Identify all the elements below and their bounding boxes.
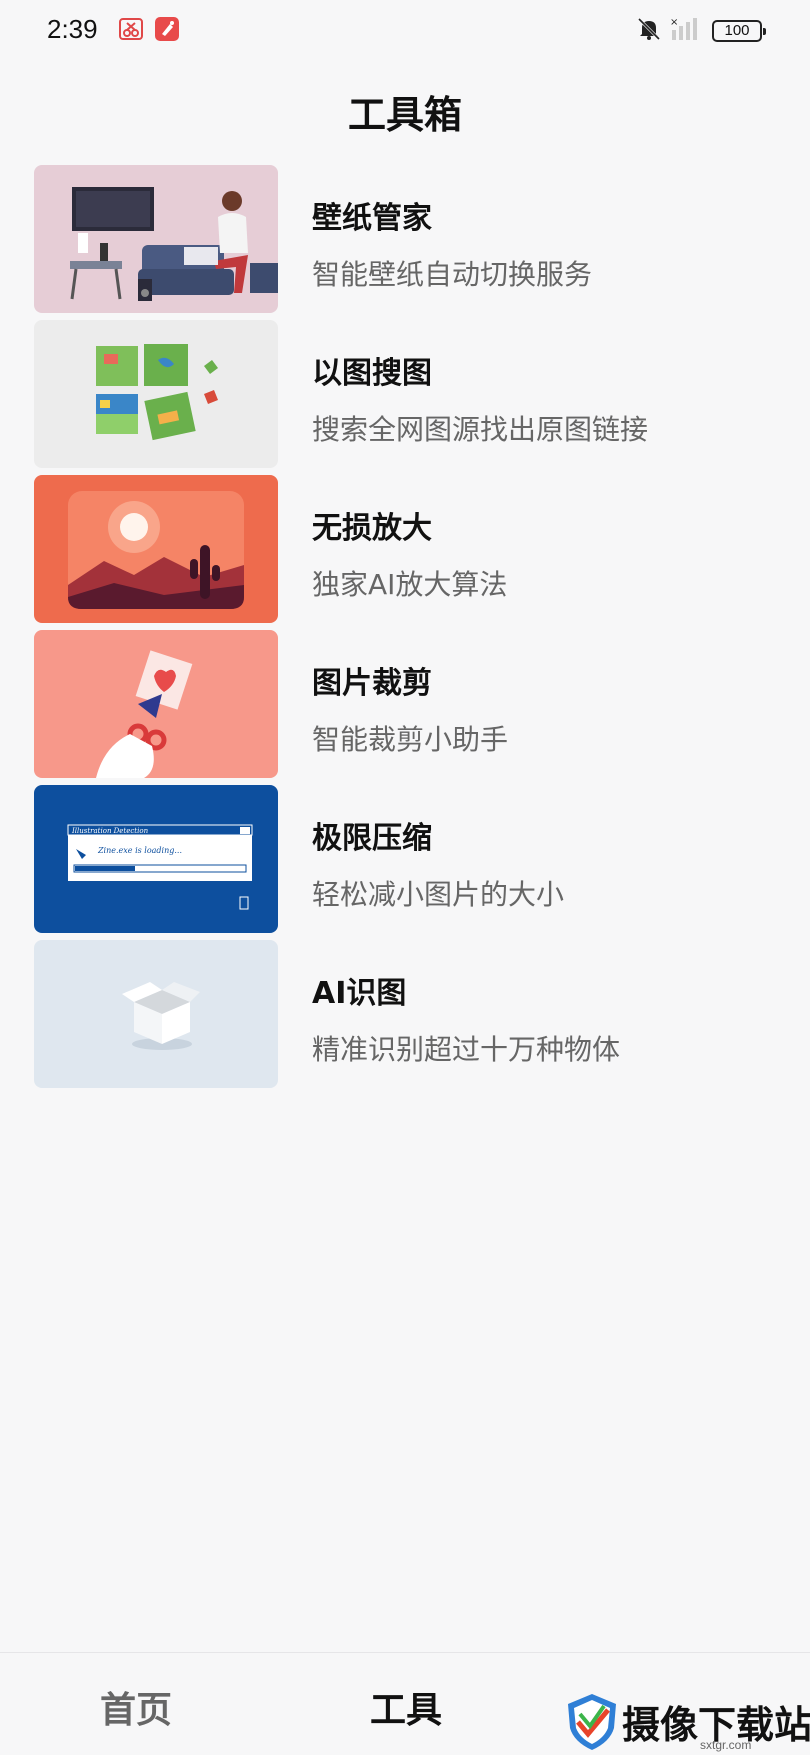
status-bar: 2:39 × 100 bbox=[0, 0, 810, 60]
tool-item-compress[interactable]: Illustration Detection Zine.exe is loadi… bbox=[0, 785, 810, 933]
shield-logo-icon bbox=[568, 1694, 616, 1750]
tool-description: 轻松减小图片的大小 bbox=[312, 878, 565, 911]
tool-item-ai-recognition[interactable]: AI识图 精准识别超过十万种物体 bbox=[0, 940, 810, 1088]
tool-item-wallpaper[interactable]: 壁纸管家 智能壁纸自动切换服务 bbox=[0, 165, 810, 313]
nav-tab-tools[interactable]: 工具 bbox=[370, 1681, 442, 1733]
box-illustration bbox=[34, 940, 278, 1088]
bell-muted-icon bbox=[636, 16, 662, 42]
watermark-url: sxtgr.com bbox=[700, 1738, 752, 1752]
svg-text:×: × bbox=[670, 17, 678, 28]
signal-icon: × bbox=[670, 16, 697, 42]
image-search-thumbnail bbox=[34, 320, 278, 468]
tool-name: 图片裁剪 bbox=[312, 666, 432, 701]
wallpaper-illustration bbox=[34, 165, 278, 313]
tool-description: 搜索全网图源找出原图链接 bbox=[312, 413, 649, 446]
desert-illustration bbox=[34, 475, 278, 623]
tool-description: 智能壁纸自动切换服务 bbox=[312, 258, 593, 291]
upscale-thumbnail bbox=[34, 475, 278, 623]
watermark: 摄像下载站 sxtgr.com bbox=[560, 1690, 810, 1755]
scissors-icon bbox=[118, 16, 144, 42]
loading-window-illustration: Illustration Detection Zine.exe is loadi… bbox=[34, 785, 278, 933]
loading-text: Zine.exe is loading... bbox=[97, 846, 182, 855]
window-title-text: Illustration Detection bbox=[71, 827, 149, 835]
tool-name: AI识图 bbox=[312, 976, 407, 1011]
status-time: 2:39 bbox=[47, 14, 98, 44]
tool-name: 无损放大 bbox=[312, 511, 432, 546]
tool-description: 独家AI放大算法 bbox=[312, 568, 508, 601]
scissors-heart-illustration bbox=[34, 630, 278, 778]
compress-thumbnail: Illustration Detection Zine.exe is loadi… bbox=[34, 785, 278, 933]
tool-item-crop[interactable]: 图片裁剪 智能裁剪小助手 bbox=[0, 630, 810, 778]
thumb-bg bbox=[34, 320, 278, 468]
nav-tab-home[interactable]: 首页 bbox=[100, 1681, 172, 1733]
wallpaper-thumbnail bbox=[34, 165, 278, 313]
battery-indicator: 100 bbox=[712, 20, 766, 42]
page-title: 工具箱 bbox=[347, 93, 462, 137]
tool-name: 壁纸管家 bbox=[312, 201, 432, 236]
tool-name: 极限压缩 bbox=[312, 821, 432, 856]
tool-description: 智能裁剪小助手 bbox=[312, 723, 509, 756]
puzzle-illustration bbox=[34, 320, 278, 468]
ai-recognition-thumbnail bbox=[34, 940, 278, 1088]
tool-item-upscale[interactable]: 无损放大 独家AI放大算法 bbox=[0, 475, 810, 623]
tool-item-image-search[interactable]: 以图搜图 搜索全网图源找出原图链接 bbox=[0, 320, 810, 468]
app-notification-icon bbox=[154, 16, 180, 42]
crop-thumbnail bbox=[34, 630, 278, 778]
tool-description: 精准识别超过十万种物体 bbox=[312, 1033, 621, 1066]
tool-name: 以图搜图 bbox=[312, 356, 432, 391]
